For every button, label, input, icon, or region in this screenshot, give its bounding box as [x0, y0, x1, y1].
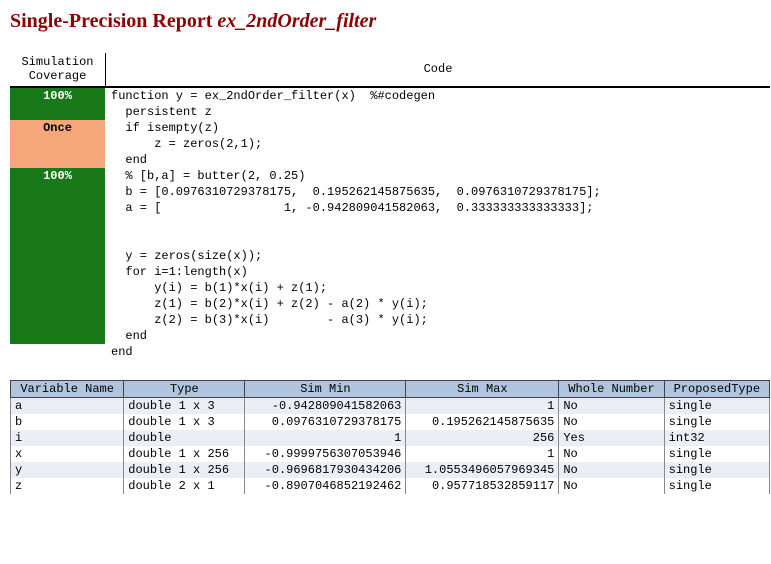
table-row: xdouble 1 x 256-0.99997563070539461Nosin…: [11, 446, 770, 462]
cell-min: -0.942809041582063: [245, 397, 406, 414]
title-prefix: Single-Precision Report: [10, 10, 217, 32]
report-title: Single-Precision Report ex_2ndOrder_filt…: [10, 10, 771, 33]
code-line: % [b,a] = butter(2, 0.25): [111, 168, 771, 184]
coverage-cell: [10, 328, 105, 344]
coverage-cell: [10, 200, 105, 216]
coverage-cell: 100%: [10, 168, 105, 184]
code-line: z = zeros(2,1);: [111, 136, 771, 152]
title-filename: ex_2ndOrder_filter: [217, 10, 376, 32]
cell-pt: single: [664, 397, 769, 414]
code-line: end: [111, 344, 771, 360]
coverage-cell: [10, 232, 105, 248]
code-line: function y = ex_2ndOrder_filter(x) %#cod…: [111, 88, 771, 104]
code-line: end: [111, 152, 771, 168]
var-header-row: Variable NameTypeSim MinSim MaxWhole Num…: [11, 380, 770, 397]
coverage-column: 100% Once 100%: [10, 88, 105, 360]
cell-name: i: [11, 430, 124, 446]
cell-wn: Yes: [559, 430, 664, 446]
code-line: end: [111, 328, 771, 344]
cell-max: 1.0553496057969345: [406, 462, 559, 478]
cell-max: 256: [406, 430, 559, 446]
coverage-cell: [10, 296, 105, 312]
cell-name: z: [11, 478, 124, 494]
coverage-cell: [10, 152, 105, 168]
code-line: b = [0.0976310729378175, 0.1952621458756…: [111, 184, 771, 200]
coverage-cell: 100%: [10, 88, 105, 104]
cell-min: -0.9999756307053946: [245, 446, 406, 462]
coverage-cell: [10, 248, 105, 264]
coverage-cell: [10, 280, 105, 296]
cell-min: 0.0976310729378175: [245, 414, 406, 430]
cell-name: a: [11, 397, 124, 414]
var-header: Whole Number: [559, 380, 664, 397]
cell-min: 1: [245, 430, 406, 446]
variable-table: Variable NameTypeSim MinSim MaxWhole Num…: [10, 380, 770, 494]
cell-type: double 1 x 3: [124, 397, 245, 414]
cell-wn: No: [559, 446, 664, 462]
table-row: adouble 1 x 3-0.9428090415820631Nosingle: [11, 397, 770, 414]
cell-pt: single: [664, 446, 769, 462]
var-header: Variable Name: [11, 380, 124, 397]
code-line: a = [ 1, -0.942809041582063, 0.333333333…: [111, 200, 771, 216]
coverage-cell: [10, 264, 105, 280]
cell-name: x: [11, 446, 124, 462]
code-line: for i=1:length(x): [111, 264, 771, 280]
cell-wn: No: [559, 397, 664, 414]
code-line: y(i) = b(1)*x(i) + z(1);: [111, 280, 771, 296]
cell-min: -0.9696817930434206: [245, 462, 406, 478]
cell-wn: No: [559, 462, 664, 478]
cell-wn: No: [559, 414, 664, 430]
coverage-cell: [10, 136, 105, 152]
coverage-header: Simulation Coverage: [10, 53, 106, 88]
code-header-row: Simulation Coverage Code: [10, 53, 770, 88]
cell-pt: single: [664, 478, 769, 494]
cell-pt: int32: [664, 430, 769, 446]
table-row: zdouble 2 x 1-0.89070468521924620.957718…: [11, 478, 770, 494]
var-header: Sim Max: [406, 380, 559, 397]
cell-max: 0.195262145875635: [406, 414, 559, 430]
table-row: bdouble 1 x 30.09763107293781750.1952621…: [11, 414, 770, 430]
cell-type: double 1 x 3: [124, 414, 245, 430]
cell-pt: single: [664, 414, 769, 430]
table-row: idouble1256Yesint32: [11, 430, 770, 446]
cell-min: -0.8907046852192462: [245, 478, 406, 494]
code-body: 100% Once 100% function y = ex_2ndOrder_fi…: [10, 88, 771, 360]
code-line: [111, 232, 771, 248]
cell-wn: No: [559, 478, 664, 494]
cell-type: double: [124, 430, 245, 446]
code-header: Code: [106, 53, 770, 88]
cell-type: double 2 x 1: [124, 478, 245, 494]
code-line: y = zeros(size(x));: [111, 248, 771, 264]
table-row: ydouble 1 x 256-0.96968179304342061.0553…: [11, 462, 770, 478]
var-header: Sim Min: [245, 380, 406, 397]
code-line: if isempty(z): [111, 120, 771, 136]
code-column: function y = ex_2ndOrder_filter(x) %#cod…: [105, 88, 771, 360]
cell-type: double 1 x 256: [124, 462, 245, 478]
cell-max: 0.957718532859117: [406, 478, 559, 494]
cell-name: y: [11, 462, 124, 478]
coverage-cell: Once: [10, 120, 105, 136]
cell-max: 1: [406, 397, 559, 414]
code-line: persistent z: [111, 104, 771, 120]
cell-max: 1: [406, 446, 559, 462]
code-line: [111, 216, 771, 232]
coverage-cell: [10, 344, 105, 360]
var-header: ProposedType: [664, 380, 769, 397]
coverage-cell: [10, 184, 105, 200]
cell-type: double 1 x 256: [124, 446, 245, 462]
coverage-cell: [10, 312, 105, 328]
cell-pt: single: [664, 462, 769, 478]
code-line: z(1) = b(2)*x(i) + z(2) - a(2) * y(i);: [111, 296, 771, 312]
coverage-cell: [10, 216, 105, 232]
cell-name: b: [11, 414, 124, 430]
coverage-cell: [10, 104, 105, 120]
var-header: Type: [124, 380, 245, 397]
code-line: z(2) = b(3)*x(i) - a(3) * y(i);: [111, 312, 771, 328]
